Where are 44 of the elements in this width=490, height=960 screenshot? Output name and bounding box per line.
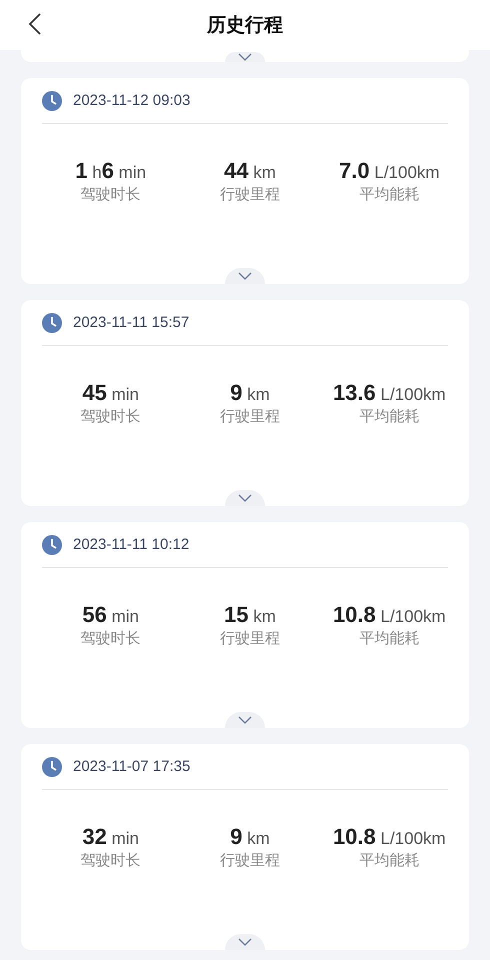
- metric-label: 行驶里程: [220, 185, 280, 204]
- metric-value: 1 h6 min: [75, 158, 146, 184]
- expand-button[interactable]: [225, 52, 265, 62]
- trip-datetime: 2023-11-12 09:03: [73, 92, 190, 109]
- metric-value: 56 min: [82, 602, 139, 628]
- metric-value: 9 km: [230, 380, 270, 406]
- metric-label: 驾驶时长: [80, 851, 141, 870]
- clock-icon: [42, 90, 62, 110]
- metric-label: 驾驶时长: [80, 407, 141, 426]
- metric-value: 13.6 L/100km: [332, 380, 446, 406]
- metric-label: 平均能耗: [359, 851, 420, 870]
- expand-button[interactable]: [225, 934, 265, 950]
- chevron-down-icon: [238, 272, 252, 280]
- metric-label: 驾驶时长: [80, 185, 141, 204]
- metric-label: 行驶里程: [220, 407, 280, 426]
- trip-datetime: 2023-11-11 15:57: [73, 314, 190, 331]
- trip-datetime: 2023-11-07 17:35: [73, 758, 190, 775]
- metric-label: 平均能耗: [359, 407, 420, 426]
- metric-value: 45 min: [82, 380, 139, 406]
- metric-label: 平均能耗: [359, 185, 420, 204]
- chevron-down-icon: [238, 494, 252, 502]
- metric-label: 行驶里程: [220, 851, 280, 870]
- page-title: 历史行程: [207, 14, 283, 38]
- expand-button[interactable]: [225, 490, 265, 506]
- metric-label: 行驶里程: [220, 629, 280, 648]
- metric-value: 7.0 L/100km: [339, 158, 440, 184]
- metric-value: 32 min: [82, 824, 139, 850]
- metric-value: 15 km: [224, 602, 276, 628]
- chevron-down-icon: [238, 938, 252, 946]
- metric-value: 10.8 L/100km: [332, 824, 446, 850]
- clock-icon: [42, 756, 62, 776]
- clock-icon: [42, 312, 62, 332]
- metric-label: 驾驶时长: [80, 629, 141, 648]
- chevron-down-icon: [238, 716, 252, 724]
- chevron-down-icon: [238, 53, 252, 61]
- metric-value: 44 km: [224, 158, 276, 184]
- expand-button[interactable]: [225, 712, 265, 728]
- expand-button[interactable]: [225, 268, 265, 284]
- trip-datetime: 2023-11-11 10:12: [73, 536, 190, 553]
- clock-icon: [42, 534, 62, 554]
- metric-value: 9 km: [230, 824, 270, 850]
- back-button[interactable]: [28, 13, 42, 35]
- metric-label: 平均能耗: [359, 629, 420, 648]
- metric-value: 10.8 L/100km: [332, 602, 446, 628]
